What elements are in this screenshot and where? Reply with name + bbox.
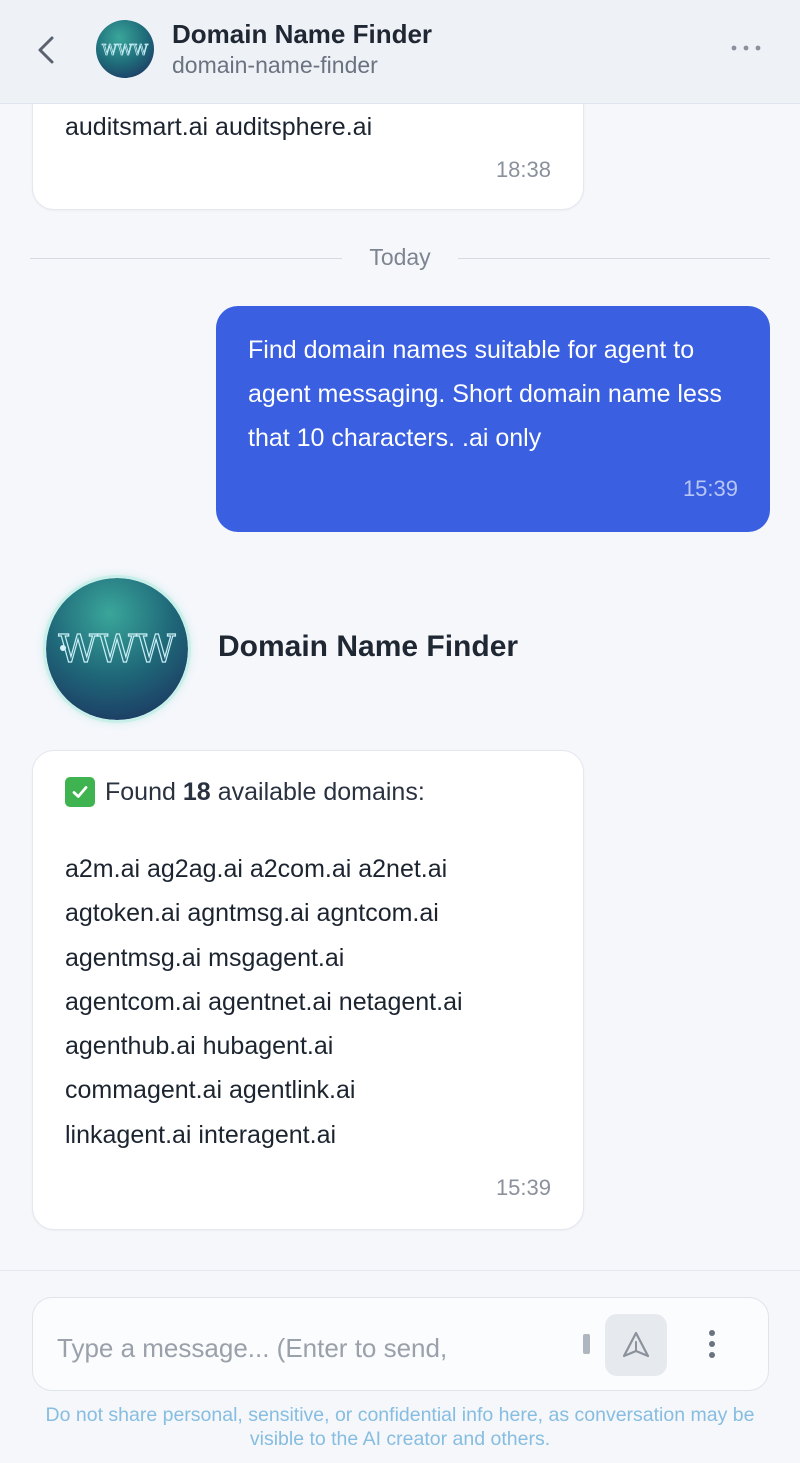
chat-app: WWW Domain Name Finder domain-name-finde… xyxy=(0,0,800,1463)
svg-text:WWW: WWW xyxy=(102,41,149,59)
domain-line: linkagent.ai interagent.ai xyxy=(65,1120,337,1149)
bot-avatar: WWW xyxy=(46,578,188,720)
found-suffix: available domains: xyxy=(217,777,425,806)
send-icon xyxy=(622,1331,650,1358)
date-label: Today xyxy=(369,244,431,270)
more-horizontal-icon xyxy=(731,45,761,51)
chevron-left-icon xyxy=(38,36,54,64)
message-time: 18:38 xyxy=(495,157,551,182)
domain-line: agenthub.ai hubagent.ai xyxy=(65,1032,334,1061)
domain-line: agentmsg.ai msgagent.ai xyxy=(65,943,345,972)
chat-title: Domain Name Finder xyxy=(172,19,433,49)
send-button[interactable] xyxy=(605,1314,667,1376)
domain-line: agentcom.ai agentnet.ai netagent.ai xyxy=(65,987,463,1016)
message-composer xyxy=(32,1297,769,1391)
composer-options-button[interactable] xyxy=(697,1320,727,1368)
svg-text:WWW: WWW xyxy=(58,627,175,671)
chat-header: WWW Domain Name Finder domain-name-finde… xyxy=(0,0,800,104)
check-mark-icon xyxy=(65,777,95,807)
message-text: Find domain names suitable for agent to … xyxy=(248,336,722,452)
input-scrollbar[interactable] xyxy=(583,1334,590,1354)
bot-avatar-small: WWW xyxy=(96,20,154,78)
bot-reply-message: Found 18 available domains: a2m.ai ag2ag… xyxy=(32,750,584,1230)
user-message: Find domain names suitable for agent to … xyxy=(216,306,770,532)
domain-line: agtoken.ai agntmsg.ai agntcom.ai xyxy=(65,899,439,928)
message-text: auditsmart.ai auditsphere.ai xyxy=(65,113,373,141)
message-list[interactable]: auditsmart.ai auditsphere.ai 18:38 Today… xyxy=(0,104,800,1270)
chat-subtitle: domain-name-finder xyxy=(172,52,378,78)
header-titles: Domain Name Finder domain-name-finder xyxy=(172,18,432,80)
date-divider: Today xyxy=(30,238,770,280)
bot-identity: WWW Domain Name Finder xyxy=(46,578,746,720)
found-prefix: Found xyxy=(105,777,176,806)
domain-line: commagent.ai agentlink.ai xyxy=(65,1076,356,1105)
composer-area: Do not share personal, sensitive, or con… xyxy=(0,1270,800,1463)
found-count: 18 xyxy=(182,777,211,806)
more-vertical-icon xyxy=(709,1330,715,1358)
bot-name: Domain Name Finder xyxy=(218,630,519,663)
domain-list: a2m.ai ag2ag.ai a2com.ai a2net.ai agtoke… xyxy=(65,847,565,1157)
message-time: 15:39 xyxy=(495,1175,551,1200)
message-input[interactable] xyxy=(57,1328,577,1368)
more-options-button[interactable] xyxy=(726,36,766,60)
domain-line: a2m.ai ag2ag.ai a2com.ai a2net.ai xyxy=(65,855,448,883)
message-time: 15:39 xyxy=(682,476,738,501)
privacy-disclaimer: Do not share personal, sensitive, or con… xyxy=(45,1404,755,1450)
previous-bot-message: auditsmart.ai auditsphere.ai 18:38 xyxy=(32,104,584,210)
found-summary: Found 18 available domains: xyxy=(65,777,425,807)
back-button[interactable] xyxy=(26,28,66,72)
